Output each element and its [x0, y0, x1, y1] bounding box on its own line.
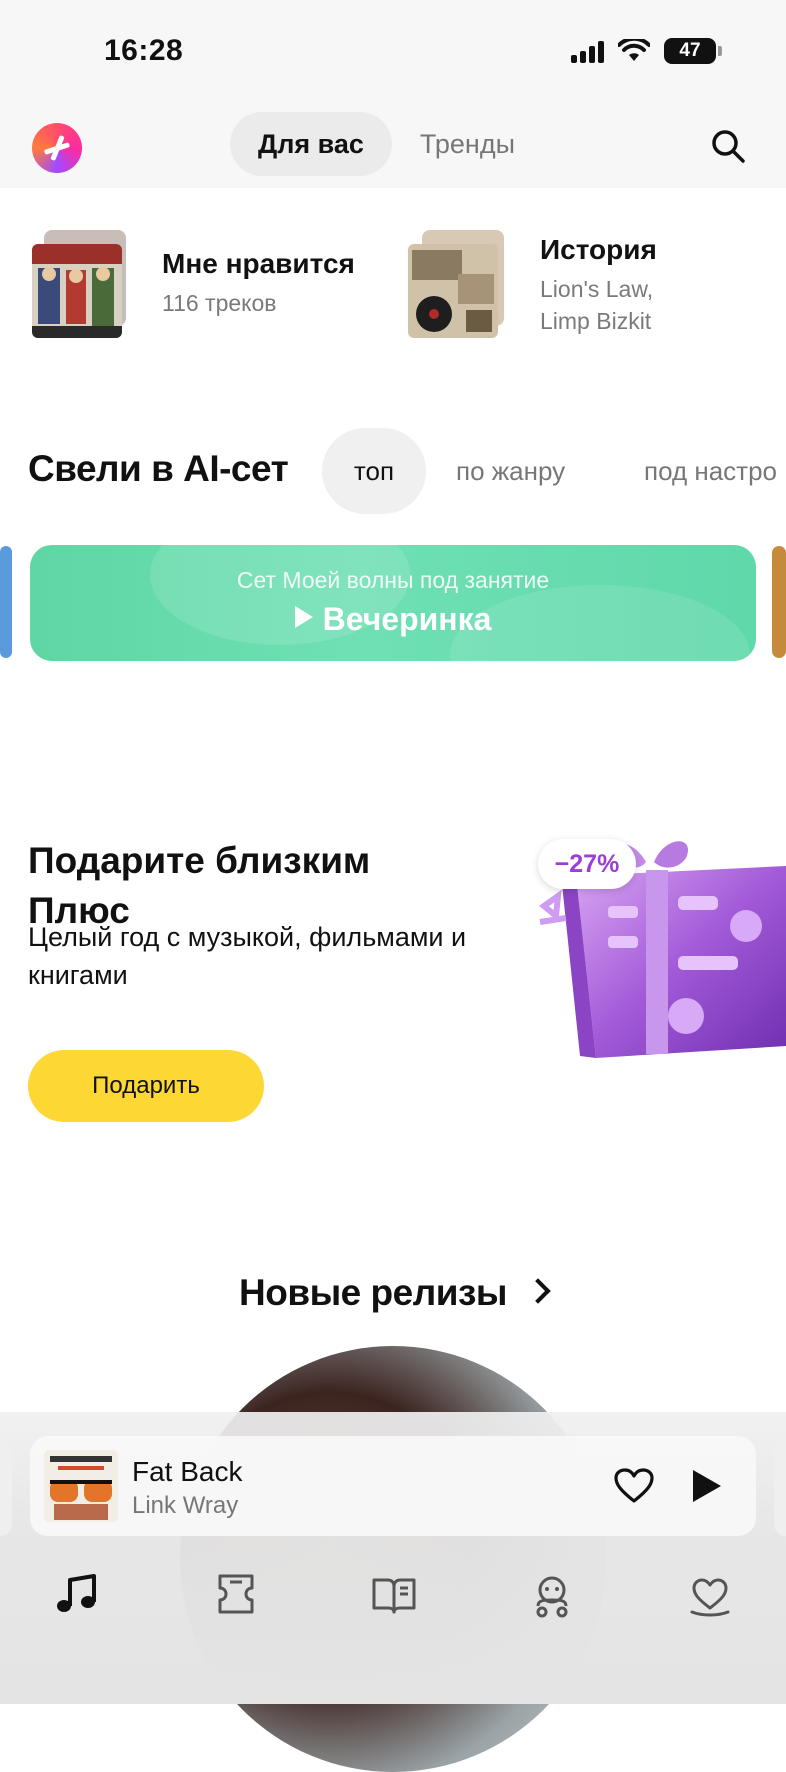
new-releases-heading: Новые релизы [239, 1272, 507, 1313]
collection-title: Мне нравится [162, 248, 355, 279]
music-note-icon[interactable] [52, 1568, 104, 1620]
chevron-right-icon [525, 1278, 551, 1304]
ticket-icon[interactable] [210, 1568, 262, 1620]
chip-by-genre[interactable]: по жанру [456, 428, 565, 514]
collection-subtitle-line2: Limp Bizkit [540, 308, 652, 334]
cellular-signal-icon [571, 39, 604, 63]
top-bar: Для вас Тренды [0, 100, 786, 188]
gift-button[interactable]: Подарить [28, 1050, 264, 1122]
plus-logo-icon[interactable] [32, 123, 82, 173]
collection-subtitle-line1: Lion's Law, [540, 276, 654, 302]
banner-subtitle: Сет Моей волны под занятие [236, 567, 550, 593]
prev-banner-peek[interactable] [0, 546, 12, 658]
next-banner-peek[interactable] [772, 546, 786, 658]
banner-title: Вечеринка [322, 601, 492, 637]
collection-liked[interactable]: Мне нравится 116 треков [30, 228, 370, 346]
chip-top[interactable]: топ [322, 428, 426, 514]
promo-text: Целый год с музыкой, фильмами и книгами [28, 922, 467, 990]
track-title: Fat Back [132, 1456, 243, 1487]
track-artist: Link Wray [132, 1492, 239, 1519]
search-icon[interactable] [710, 128, 746, 164]
tab-trends[interactable]: Тренды [392, 112, 543, 176]
play-icon [294, 606, 313, 628]
play-icon[interactable] [693, 1470, 721, 1502]
battery-icon: 47 [664, 38, 722, 64]
new-releases-heading-row[interactable]: Новые релизы [0, 1272, 786, 1314]
collection-subtitle: 116 треков [162, 290, 277, 316]
battery-level: 47 [679, 40, 701, 61]
tab-for-you[interactable]: Для вас [230, 112, 392, 176]
heart-collection-icon[interactable] [684, 1568, 736, 1620]
status-time: 16:28 [104, 34, 184, 67]
collection-history[interactable]: История Lion's Law, Limp Bizkit [406, 228, 766, 346]
collection-title: История [540, 234, 657, 265]
feed-tabs: Для вас Тренды [230, 112, 543, 176]
status-bar: 16:28 47 [0, 0, 786, 100]
wifi-icon [618, 39, 650, 61]
liked-cover-art [32, 244, 122, 338]
mini-player[interactable]: Fat Back Link Wray [30, 1436, 756, 1536]
chip-by-mood[interactable]: под настро [644, 428, 777, 514]
status-icons: 47 [571, 38, 722, 64]
discount-badge: −27% [538, 839, 636, 889]
next-track-peek[interactable] [774, 1438, 786, 1536]
history-cover-art [408, 244, 498, 338]
tab-bar [0, 1560, 786, 1630]
prev-track-peek[interactable] [0, 1438, 12, 1536]
book-icon[interactable] [368, 1568, 420, 1620]
ai-set-heading: Свели в AI-сет [28, 448, 289, 489]
like-heart-icon[interactable] [614, 1468, 654, 1504]
kids-icon[interactable] [526, 1568, 578, 1620]
banner-title-row: Вечеринка [30, 601, 756, 638]
track-cover-art [44, 1450, 118, 1522]
ai-set-banner[interactable]: Сет Моей волны под занятие Вечеринка [30, 545, 756, 661]
